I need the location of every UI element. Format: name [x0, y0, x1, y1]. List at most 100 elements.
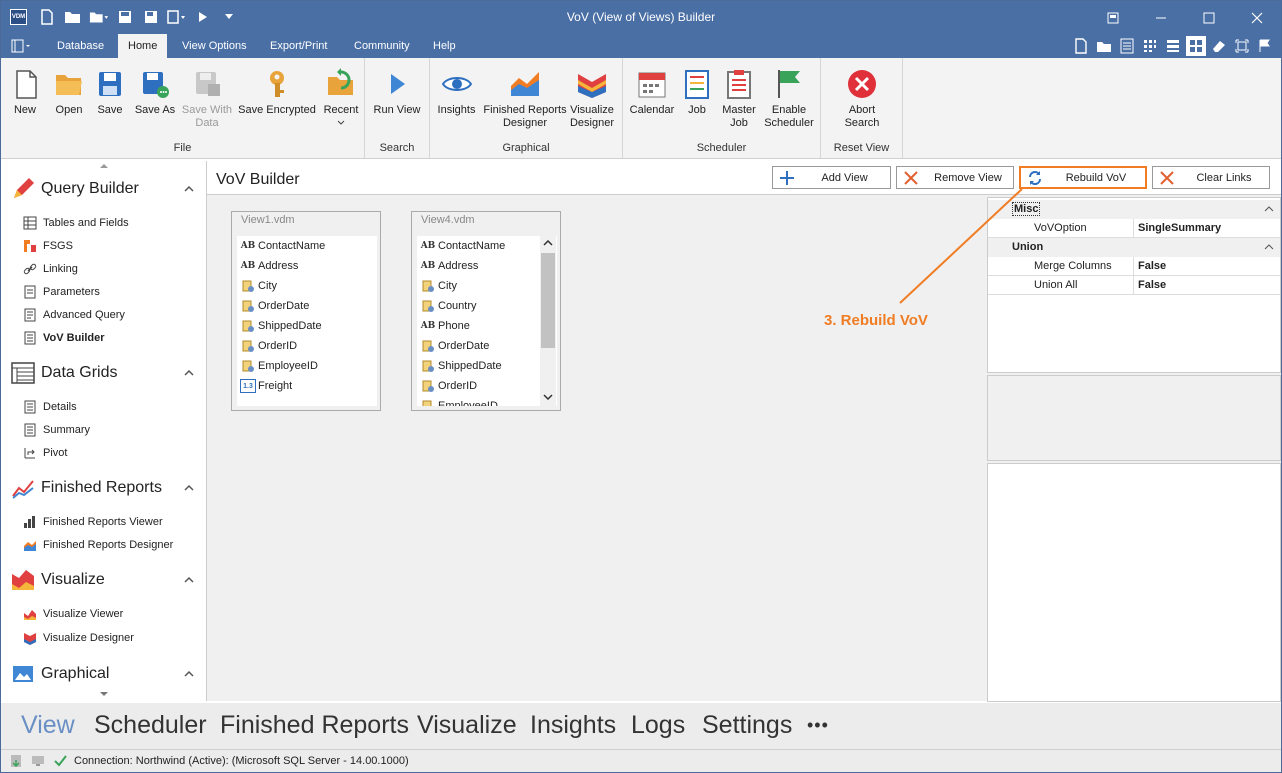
- section-data-grids[interactable]: Data Grids: [11, 358, 117, 388]
- grid-layout-icon[interactable]: [1186, 36, 1206, 56]
- tab-export-print[interactable]: Export/Print: [260, 34, 337, 58]
- sidebar-item-pivot[interactable]: Pivot: [23, 443, 67, 463]
- field-list-scrollbar[interactable]: [540, 236, 556, 406]
- sidebar-item-finished-reports-viewer[interactable]: Finished Reports Viewer: [23, 512, 163, 532]
- field-item[interactable]: City: [417, 276, 557, 296]
- scrollbar-thumb[interactable]: [541, 253, 555, 348]
- pin-icon[interactable]: [1089, 1, 1137, 34]
- field-item[interactable]: ShippedDate: [417, 356, 557, 376]
- abort-search-button[interactable]: Abort Search: [835, 68, 889, 130]
- visualize-designer-button[interactable]: Visualize Designer: [569, 68, 615, 130]
- list-layout-icon[interactable]: [1163, 36, 1183, 56]
- field-item[interactable]: OrderID: [417, 376, 557, 396]
- calendar-button[interactable]: Calendar: [628, 68, 676, 117]
- property-row-merge-columns[interactable]: Merge Columns False: [988, 257, 1280, 276]
- field-item[interactable]: ShippedDate: [237, 316, 377, 336]
- nav-more[interactable]: •••: [807, 715, 829, 736]
- close-icon[interactable]: [1233, 1, 1281, 34]
- sidebar-item-details[interactable]: Details: [23, 397, 77, 417]
- sidebar-item-advanced-query[interactable]: Advanced Query: [23, 305, 125, 325]
- property-category-misc[interactable]: Misc: [988, 200, 1280, 219]
- folder-icon[interactable]: [1094, 36, 1114, 56]
- section-query-builder[interactable]: Query Builder: [11, 174, 139, 204]
- insights-button[interactable]: Insights: [434, 68, 479, 117]
- sidebar-item-tables-and-fields[interactable]: Tables and Fields: [23, 213, 129, 233]
- scroll-up-icon[interactable]: [543, 240, 553, 246]
- field-item[interactable]: AB Phone: [417, 316, 557, 336]
- open-button[interactable]: Open: [49, 68, 89, 117]
- recent-button[interactable]: Recent: [320, 68, 362, 130]
- property-category-union[interactable]: Union: [988, 238, 1280, 257]
- save-encrypted-button[interactable]: Save Encrypted: [237, 68, 317, 117]
- tab-home[interactable]: Home: [118, 34, 168, 58]
- tab-community[interactable]: Community: [344, 34, 420, 58]
- property-value[interactable]: SingleSummary: [1133, 219, 1280, 238]
- field-item[interactable]: OrderDate: [237, 296, 377, 316]
- field-item[interactable]: AB Address: [417, 256, 557, 276]
- field-item[interactable]: EmployeeID: [237, 356, 377, 376]
- section-graphical[interactable]: Graphical: [11, 659, 109, 689]
- save-as-button[interactable]: Save As: [132, 68, 178, 117]
- collapse-chevron-icon[interactable]: [183, 574, 195, 586]
- maximize-icon[interactable]: [1185, 1, 1233, 34]
- job-button[interactable]: Job: [680, 68, 714, 117]
- nav-insights[interactable]: Insights: [530, 711, 616, 740]
- scroll-up-icon[interactable]: [100, 163, 108, 168]
- application-menu-icon[interactable]: [11, 39, 33, 53]
- tab-help[interactable]: Help: [423, 34, 466, 58]
- property-value[interactable]: False: [1133, 257, 1280, 276]
- scroll-down-icon[interactable]: [100, 692, 108, 697]
- tab-view-options[interactable]: View Options: [172, 34, 257, 58]
- master-job-button[interactable]: Master Job: [719, 68, 759, 130]
- flag-icon[interactable]: [1255, 36, 1275, 56]
- save-with-data-button[interactable]: Save With Data: [180, 68, 234, 130]
- sidebar-item-summary[interactable]: Summary: [23, 420, 90, 440]
- field-list[interactable]: AB ContactName AB Address City OrderDate Shipp…: [237, 236, 377, 406]
- view-box-view1[interactable]: View1.vdm AB ContactName AB Address City Orde…: [231, 211, 381, 411]
- design-canvas[interactable]: View1.vdm AB ContactName AB Address City Orde…: [208, 196, 984, 701]
- field-item[interactable]: OrderID: [237, 336, 377, 356]
- sidebar-item-finished-reports-designer[interactable]: Finished Reports Designer: [23, 535, 173, 555]
- field-list[interactable]: AB ContactName AB Address City Country AB Phone…: [417, 236, 557, 406]
- scroll-down-icon[interactable]: [543, 394, 553, 400]
- sidebar-item-visualize-designer[interactable]: Visualize Designer: [23, 628, 134, 648]
- sidebar-item-visualize-viewer[interactable]: Visualize Viewer: [23, 604, 123, 624]
- save-button[interactable]: Save: [93, 68, 127, 117]
- nav-settings[interactable]: Settings: [702, 711, 792, 740]
- sidebar-item-vov-builder[interactable]: VoV Builder: [23, 328, 105, 348]
- field-item[interactable]: EmployeeID: [417, 396, 557, 406]
- minimize-icon[interactable]: [1137, 1, 1185, 34]
- new-button[interactable]: New: [10, 68, 40, 117]
- nav-visualize[interactable]: Visualize: [417, 711, 517, 740]
- section-finished-reports[interactable]: Finished Reports: [11, 473, 162, 503]
- sidebar-item-linking[interactable]: Linking: [23, 259, 78, 279]
- property-value[interactable]: False: [1133, 276, 1280, 295]
- collapse-chevron-icon[interactable]: [183, 183, 195, 195]
- rebuild-vov-button[interactable]: Rebuild VoV: [1019, 166, 1147, 189]
- finished-reports-designer-button[interactable]: Finished Reports Designer: [481, 68, 569, 130]
- tiles-icon[interactable]: [1140, 36, 1160, 56]
- collapse-chevron-icon[interactable]: [183, 668, 195, 680]
- sidebar-item-parameters[interactable]: Parameters: [23, 282, 100, 302]
- enable-scheduler-button[interactable]: Enable Scheduler: [763, 68, 815, 130]
- field-item[interactable]: AB ContactName: [237, 236, 377, 256]
- field-item[interactable]: AB Address: [237, 256, 377, 276]
- nav-view[interactable]: View: [21, 711, 75, 740]
- field-item[interactable]: AB ContactName: [417, 236, 557, 256]
- run-view-button[interactable]: Run View: [371, 68, 423, 117]
- nav-logs[interactable]: Logs: [631, 711, 685, 740]
- fit-screen-icon[interactable]: [1232, 36, 1252, 56]
- remove-view-button[interactable]: Remove View: [896, 166, 1014, 189]
- clear-links-button[interactable]: Clear Links: [1152, 166, 1270, 189]
- nav-finished-reports[interactable]: Finished Reports: [220, 711, 409, 740]
- new-document-icon[interactable]: [1071, 36, 1091, 56]
- field-item[interactable]: City: [237, 276, 377, 296]
- property-grid[interactable]: Misc VoVOption SingleSummary Union Merge …: [987, 197, 1281, 373]
- section-visualize[interactable]: Visualize: [11, 565, 105, 595]
- collapse-chevron-icon[interactable]: [183, 367, 195, 379]
- document-grid-icon[interactable]: [1117, 36, 1137, 56]
- collapse-chevron-icon[interactable]: [1264, 206, 1274, 212]
- field-item[interactable]: OrderDate: [417, 336, 557, 356]
- field-item[interactable]: 1.3 Freight: [237, 376, 377, 396]
- tab-database[interactable]: Database: [47, 34, 114, 58]
